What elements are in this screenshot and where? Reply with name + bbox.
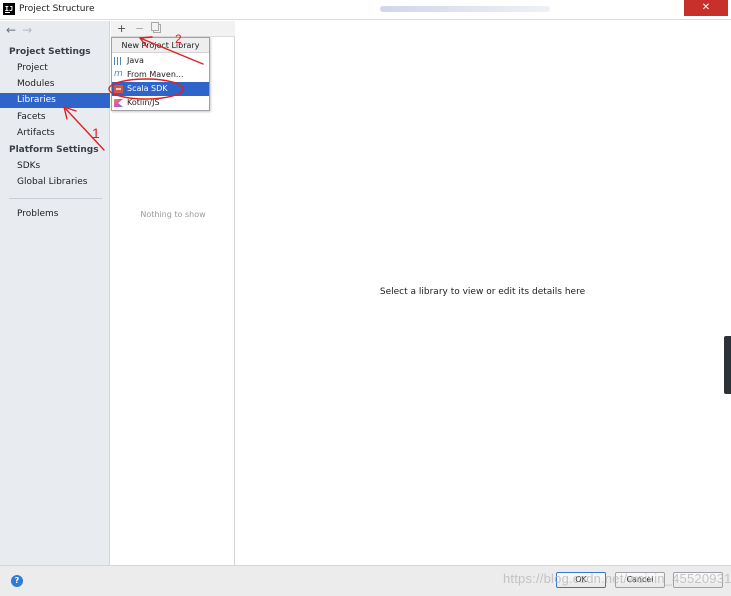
popup-item-label: Scala SDK bbox=[127, 84, 168, 93]
popup-item-java[interactable]: Java bbox=[112, 54, 209, 68]
annotation-step-2: 2 bbox=[175, 32, 182, 46]
remove-library-button[interactable]: − bbox=[135, 22, 144, 35]
library-toolbar: + − bbox=[111, 21, 235, 37]
nav-item-modules[interactable]: Modules bbox=[0, 77, 110, 92]
nav-item-global-libraries[interactable]: Global Libraries bbox=[0, 175, 110, 190]
nav-item-problems[interactable]: Problems bbox=[0, 207, 110, 222]
popup-item-scala-sdk[interactable]: Scala SDK bbox=[112, 82, 209, 96]
settings-nav-panel: ← → Project Settings Project Modules Libr… bbox=[0, 21, 110, 565]
empty-list-message: Nothing to show bbox=[140, 210, 206, 219]
blurred-title-region bbox=[380, 6, 550, 12]
intellij-app-icon: IJ bbox=[3, 3, 15, 15]
nav-item-facets[interactable]: Facets bbox=[0, 110, 110, 125]
popup-item-kotlin-js[interactable]: Kotlin/JS bbox=[112, 96, 209, 110]
maven-icon: m bbox=[114, 69, 123, 79]
kotlin-icon bbox=[114, 99, 123, 107]
popup-item-label: From Maven... bbox=[127, 70, 184, 79]
nav-item-project[interactable]: Project bbox=[0, 61, 110, 76]
history-navigation: ← → bbox=[6, 23, 38, 37]
popup-item-label: Java bbox=[127, 56, 144, 65]
close-window-button[interactable]: ✕ bbox=[684, 0, 728, 16]
project-settings-header: Project Settings bbox=[9, 47, 91, 57]
nav-divider bbox=[9, 198, 102, 199]
nav-item-libraries[interactable]: Libraries bbox=[0, 93, 110, 108]
details-placeholder: Select a library to view or edit its det… bbox=[379, 287, 586, 297]
nav-item-sdks[interactable]: SDKs bbox=[0, 159, 110, 174]
csdn-watermark: https://blog.csdn.net/weixin_45520931 bbox=[503, 571, 731, 586]
forward-arrow-icon[interactable]: → bbox=[22, 23, 32, 37]
popup-item-label: Kotlin/JS bbox=[127, 98, 160, 107]
popup-title: New Project Library bbox=[112, 38, 209, 53]
copy-icon[interactable] bbox=[151, 22, 161, 33]
library-details-panel: Select a library to view or edit its det… bbox=[236, 21, 731, 565]
help-icon[interactable]: ? bbox=[11, 575, 23, 587]
popup-item-from-maven[interactable]: m From Maven... bbox=[112, 68, 209, 82]
window-title: Project Structure bbox=[19, 4, 95, 14]
scala-sdk-icon bbox=[114, 85, 123, 93]
java-library-icon bbox=[114, 57, 123, 65]
new-project-library-popup: New Project Library Java m From Maven...… bbox=[111, 37, 210, 111]
platform-settings-header: Platform Settings bbox=[9, 145, 99, 155]
title-bar: IJ Project Structure ✕ bbox=[0, 0, 731, 20]
add-library-button[interactable]: + bbox=[117, 22, 126, 35]
back-arrow-icon[interactable]: ← bbox=[6, 23, 16, 37]
side-scroll-tab[interactable] bbox=[724, 336, 731, 394]
annotation-step-1: 1 bbox=[92, 125, 100, 141]
